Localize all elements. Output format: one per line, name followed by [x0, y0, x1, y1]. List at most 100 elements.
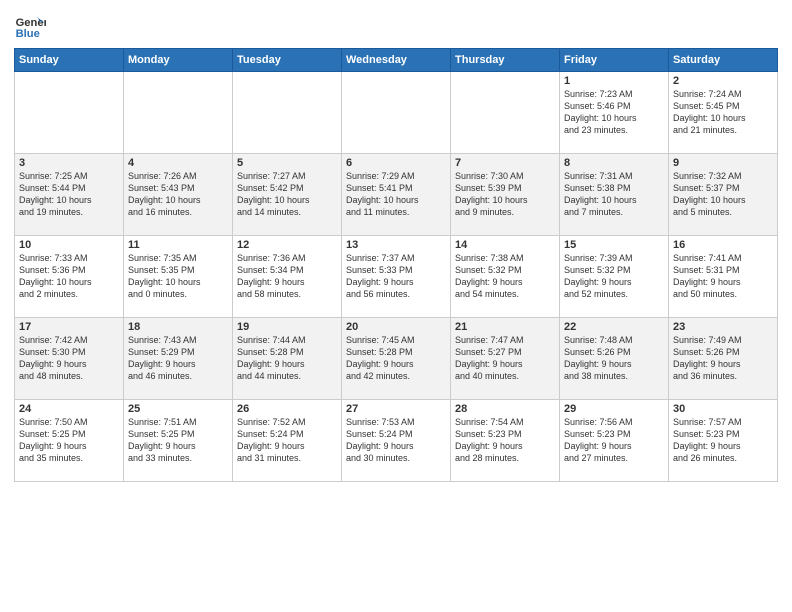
- day-number: 17: [19, 321, 119, 333]
- weekday-header-tuesday: Tuesday: [233, 49, 342, 72]
- calendar-cell: 6Sunrise: 7:29 AM Sunset: 5:41 PM Daylig…: [342, 154, 451, 236]
- day-number: 8: [564, 157, 664, 169]
- calendar-cell: [15, 72, 124, 154]
- day-number: 14: [455, 239, 555, 251]
- calendar-cell: [451, 72, 560, 154]
- day-info: Sunrise: 7:51 AM Sunset: 5:25 PM Dayligh…: [128, 416, 228, 465]
- calendar-cell: 26Sunrise: 7:52 AM Sunset: 5:24 PM Dayli…: [233, 400, 342, 482]
- calendar-cell: 11Sunrise: 7:35 AM Sunset: 5:35 PM Dayli…: [124, 236, 233, 318]
- day-number: 13: [346, 239, 446, 251]
- day-number: 3: [19, 157, 119, 169]
- weekday-header-monday: Monday: [124, 49, 233, 72]
- day-number: 18: [128, 321, 228, 333]
- calendar-cell: 21Sunrise: 7:47 AM Sunset: 5:27 PM Dayli…: [451, 318, 560, 400]
- day-number: 30: [673, 403, 773, 415]
- calendar-cell: 29Sunrise: 7:56 AM Sunset: 5:23 PM Dayli…: [560, 400, 669, 482]
- day-number: 21: [455, 321, 555, 333]
- day-number: 10: [19, 239, 119, 251]
- calendar-table: SundayMondayTuesdayWednesdayThursdayFrid…: [14, 48, 778, 482]
- header-area: General Blue: [14, 10, 778, 42]
- day-number: 15: [564, 239, 664, 251]
- calendar-cell: 27Sunrise: 7:53 AM Sunset: 5:24 PM Dayli…: [342, 400, 451, 482]
- weekday-header-wednesday: Wednesday: [342, 49, 451, 72]
- day-number: 22: [564, 321, 664, 333]
- day-info: Sunrise: 7:39 AM Sunset: 5:32 PM Dayligh…: [564, 252, 664, 301]
- day-info: Sunrise: 7:35 AM Sunset: 5:35 PM Dayligh…: [128, 252, 228, 301]
- day-info: Sunrise: 7:56 AM Sunset: 5:23 PM Dayligh…: [564, 416, 664, 465]
- day-info: Sunrise: 7:49 AM Sunset: 5:26 PM Dayligh…: [673, 334, 773, 383]
- day-number: 19: [237, 321, 337, 333]
- calendar-cell: 15Sunrise: 7:39 AM Sunset: 5:32 PM Dayli…: [560, 236, 669, 318]
- day-number: 29: [564, 403, 664, 415]
- day-info: Sunrise: 7:44 AM Sunset: 5:28 PM Dayligh…: [237, 334, 337, 383]
- calendar-cell: 19Sunrise: 7:44 AM Sunset: 5:28 PM Dayli…: [233, 318, 342, 400]
- calendar-cell: 12Sunrise: 7:36 AM Sunset: 5:34 PM Dayli…: [233, 236, 342, 318]
- calendar-cell: 3Sunrise: 7:25 AM Sunset: 5:44 PM Daylig…: [15, 154, 124, 236]
- day-number: 12: [237, 239, 337, 251]
- week-row-2: 3Sunrise: 7:25 AM Sunset: 5:44 PM Daylig…: [15, 154, 778, 236]
- calendar-cell: 24Sunrise: 7:50 AM Sunset: 5:25 PM Dayli…: [15, 400, 124, 482]
- svg-text:General: General: [16, 17, 46, 29]
- day-info: Sunrise: 7:32 AM Sunset: 5:37 PM Dayligh…: [673, 170, 773, 219]
- day-number: 6: [346, 157, 446, 169]
- day-number: 20: [346, 321, 446, 333]
- calendar-cell: 20Sunrise: 7:45 AM Sunset: 5:28 PM Dayli…: [342, 318, 451, 400]
- calendar-cell: 18Sunrise: 7:43 AM Sunset: 5:29 PM Dayli…: [124, 318, 233, 400]
- logo: General Blue: [14, 10, 46, 42]
- day-info: Sunrise: 7:41 AM Sunset: 5:31 PM Dayligh…: [673, 252, 773, 301]
- calendar-cell: [124, 72, 233, 154]
- calendar-cell: 17Sunrise: 7:42 AM Sunset: 5:30 PM Dayli…: [15, 318, 124, 400]
- calendar-cell: 4Sunrise: 7:26 AM Sunset: 5:43 PM Daylig…: [124, 154, 233, 236]
- week-row-3: 10Sunrise: 7:33 AM Sunset: 5:36 PM Dayli…: [15, 236, 778, 318]
- day-info: Sunrise: 7:33 AM Sunset: 5:36 PM Dayligh…: [19, 252, 119, 301]
- weekday-header-friday: Friday: [560, 49, 669, 72]
- day-info: Sunrise: 7:24 AM Sunset: 5:45 PM Dayligh…: [673, 88, 773, 137]
- day-info: Sunrise: 7:27 AM Sunset: 5:42 PM Dayligh…: [237, 170, 337, 219]
- day-number: 5: [237, 157, 337, 169]
- logo-icon: General Blue: [14, 10, 46, 42]
- day-number: 27: [346, 403, 446, 415]
- day-info: Sunrise: 7:50 AM Sunset: 5:25 PM Dayligh…: [19, 416, 119, 465]
- calendar-cell: 14Sunrise: 7:38 AM Sunset: 5:32 PM Dayli…: [451, 236, 560, 318]
- day-info: Sunrise: 7:26 AM Sunset: 5:43 PM Dayligh…: [128, 170, 228, 219]
- day-info: Sunrise: 7:30 AM Sunset: 5:39 PM Dayligh…: [455, 170, 555, 219]
- calendar-cell: 16Sunrise: 7:41 AM Sunset: 5:31 PM Dayli…: [669, 236, 778, 318]
- day-number: 26: [237, 403, 337, 415]
- day-info: Sunrise: 7:54 AM Sunset: 5:23 PM Dayligh…: [455, 416, 555, 465]
- day-info: Sunrise: 7:45 AM Sunset: 5:28 PM Dayligh…: [346, 334, 446, 383]
- calendar-cell: 22Sunrise: 7:48 AM Sunset: 5:26 PM Dayli…: [560, 318, 669, 400]
- day-number: 23: [673, 321, 773, 333]
- day-info: Sunrise: 7:52 AM Sunset: 5:24 PM Dayligh…: [237, 416, 337, 465]
- day-info: Sunrise: 7:57 AM Sunset: 5:23 PM Dayligh…: [673, 416, 773, 465]
- day-info: Sunrise: 7:38 AM Sunset: 5:32 PM Dayligh…: [455, 252, 555, 301]
- calendar-cell: 23Sunrise: 7:49 AM Sunset: 5:26 PM Dayli…: [669, 318, 778, 400]
- day-number: 25: [128, 403, 228, 415]
- week-row-4: 17Sunrise: 7:42 AM Sunset: 5:30 PM Dayli…: [15, 318, 778, 400]
- day-info: Sunrise: 7:48 AM Sunset: 5:26 PM Dayligh…: [564, 334, 664, 383]
- week-row-5: 24Sunrise: 7:50 AM Sunset: 5:25 PM Dayli…: [15, 400, 778, 482]
- calendar-cell: 28Sunrise: 7:54 AM Sunset: 5:23 PM Dayli…: [451, 400, 560, 482]
- calendar-cell: 10Sunrise: 7:33 AM Sunset: 5:36 PM Dayli…: [15, 236, 124, 318]
- day-number: 16: [673, 239, 773, 251]
- day-info: Sunrise: 7:23 AM Sunset: 5:46 PM Dayligh…: [564, 88, 664, 137]
- day-number: 2: [673, 75, 773, 87]
- week-row-1: 1Sunrise: 7:23 AM Sunset: 5:46 PM Daylig…: [15, 72, 778, 154]
- day-number: 7: [455, 157, 555, 169]
- day-info: Sunrise: 7:53 AM Sunset: 5:24 PM Dayligh…: [346, 416, 446, 465]
- weekday-header-row: SundayMondayTuesdayWednesdayThursdayFrid…: [15, 49, 778, 72]
- day-info: Sunrise: 7:43 AM Sunset: 5:29 PM Dayligh…: [128, 334, 228, 383]
- day-info: Sunrise: 7:36 AM Sunset: 5:34 PM Dayligh…: [237, 252, 337, 301]
- day-info: Sunrise: 7:47 AM Sunset: 5:27 PM Dayligh…: [455, 334, 555, 383]
- calendar-cell: 8Sunrise: 7:31 AM Sunset: 5:38 PM Daylig…: [560, 154, 669, 236]
- calendar-cell: 7Sunrise: 7:30 AM Sunset: 5:39 PM Daylig…: [451, 154, 560, 236]
- day-info: Sunrise: 7:25 AM Sunset: 5:44 PM Dayligh…: [19, 170, 119, 219]
- calendar-cell: 9Sunrise: 7:32 AM Sunset: 5:37 PM Daylig…: [669, 154, 778, 236]
- day-number: 4: [128, 157, 228, 169]
- day-info: Sunrise: 7:42 AM Sunset: 5:30 PM Dayligh…: [19, 334, 119, 383]
- calendar-cell: 30Sunrise: 7:57 AM Sunset: 5:23 PM Dayli…: [669, 400, 778, 482]
- day-number: 9: [673, 157, 773, 169]
- day-number: 1: [564, 75, 664, 87]
- calendar-cell: 25Sunrise: 7:51 AM Sunset: 5:25 PM Dayli…: [124, 400, 233, 482]
- calendar-cell: 1Sunrise: 7:23 AM Sunset: 5:46 PM Daylig…: [560, 72, 669, 154]
- calendar-cell: [342, 72, 451, 154]
